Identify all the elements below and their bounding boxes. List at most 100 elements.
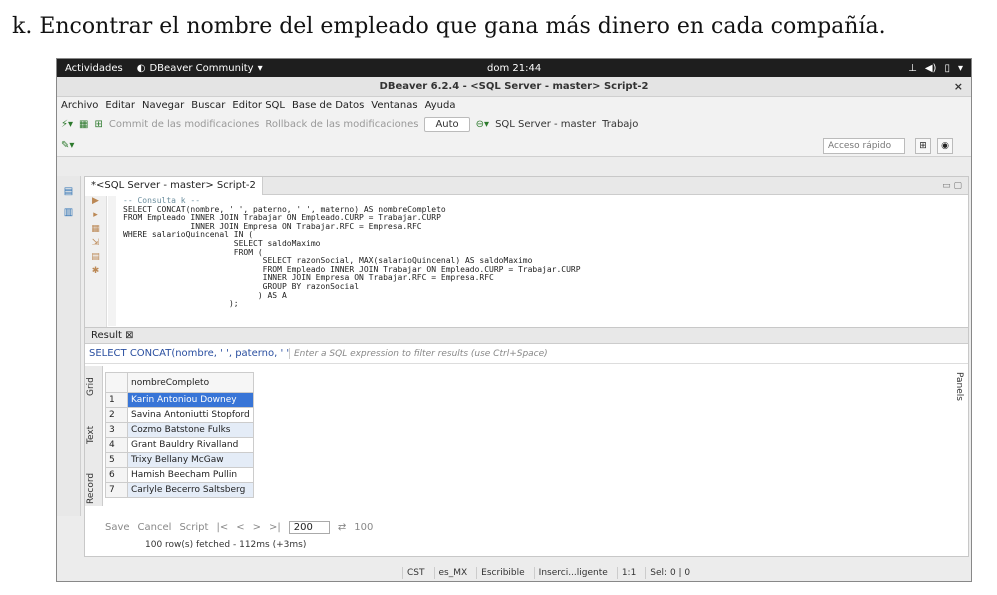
filter-input[interactable]: Enter a SQL expression to filter results…	[290, 349, 548, 359]
previous-icon[interactable]: <	[236, 522, 244, 533]
wrench-icon[interactable]: ✎▾	[61, 140, 74, 151]
format-icon[interactable]: ▤	[85, 252, 106, 266]
tab-text[interactable]: Text	[86, 426, 96, 444]
results-bottom-bar: Save Cancel Script |< < > >| 200 ⇄ 100	[105, 518, 373, 536]
row-number: 6	[105, 467, 128, 483]
status-item: Inserci...ligente	[533, 567, 612, 579]
exercise-heading: k. Encontrar el nombre del empleado que …	[12, 14, 886, 39]
menu-item[interactable]: Archivo	[61, 100, 98, 111]
cell-nombre-completo[interactable]: Cozmo Batstone Fulks	[127, 422, 254, 438]
commit-button[interactable]: Commit de las modificaciones	[109, 119, 259, 130]
tab-script-2[interactable]: *<SQL Server - master> Script-2	[85, 176, 263, 195]
connection-selector[interactable]: SQL Server - master	[495, 119, 596, 130]
app-menu[interactable]: ◐ DBeaver Community ▾	[131, 63, 269, 74]
status-bar: CST es_MX Escribible Inserci...ligente 1:1 Se…	[402, 567, 694, 579]
dbeaver-icon: ◐	[136, 62, 146, 74]
row-number: 4	[105, 437, 128, 453]
code-line: );	[123, 299, 239, 309]
system-tray[interactable]: ⊥ ◀) ▯ ▾	[908, 63, 963, 74]
table-row[interactable]: 2 Savina Antoniutti Stopford	[105, 407, 254, 423]
results-panel: Result ⊠ SELECT CONCAT(nombre, ' ', pate…	[84, 327, 969, 557]
transaction-mode[interactable]: Auto	[424, 117, 470, 132]
table-row[interactable]: 1 Karin Antoniou Downey	[105, 392, 254, 408]
cell-nombre-completo[interactable]: Karin Antoniou Downey	[127, 392, 254, 408]
chevron-down-icon: ▾	[957, 62, 963, 74]
tab-record[interactable]: Record	[86, 473, 96, 504]
history-icon[interactable]: ⊖▾	[476, 119, 489, 130]
row-number: 2	[105, 407, 128, 423]
menu-item[interactable]: Base de Datos	[292, 100, 364, 111]
refresh-count: 100	[354, 521, 374, 533]
row-number: 3	[105, 422, 128, 438]
clock[interactable]: dom 21:44	[487, 63, 541, 74]
plan-icon[interactable]: ▦	[85, 224, 106, 238]
line-marker	[108, 196, 116, 326]
table-row[interactable]: 7 Carlyle Becerro Saltsberg	[105, 482, 254, 498]
table-row[interactable]: 6 Hamish Beecham Pullin	[105, 467, 254, 483]
fetch-status: 100 row(s) fetched - 112ms (+3ms)	[145, 540, 307, 550]
menu-item[interactable]: Editor SQL	[232, 100, 285, 111]
panels-toggle[interactable]: Panels	[954, 372, 964, 401]
minimize-maximize-icon[interactable]: ▭ ▢	[942, 181, 962, 191]
sql-editor-panel: *<SQL Server - master> Script-2 ▭ ▢ ▶ ▸ …	[84, 176, 969, 346]
tab-grid[interactable]: Grid	[86, 377, 96, 396]
projects-icon[interactable]: ▥	[57, 207, 80, 218]
gnome-top-bar: Actividades ◐ DBeaver Community ▾ dom 21:4…	[57, 59, 971, 77]
column-header[interactable]: nombreCompleto	[127, 372, 254, 393]
next-icon[interactable]: >	[253, 522, 261, 533]
cell-nombre-completo[interactable]: Savina Antoniutti Stopford	[127, 407, 254, 423]
script-button[interactable]: Script	[179, 522, 208, 533]
fetch-size-input[interactable]: 200	[288, 520, 330, 534]
table-row[interactable]: 3 Cozmo Batstone Fulks	[105, 422, 254, 438]
load-icon[interactable]: ⇲	[85, 238, 106, 252]
cell-nombre-completo[interactable]: Carlyle Becerro Saltsberg	[127, 482, 254, 498]
last-page-icon[interactable]: >|	[269, 522, 281, 533]
result-tab[interactable]: Result ⊠	[85, 328, 968, 344]
execute-icon[interactable]: ▶	[85, 196, 106, 210]
status-item: CST	[402, 567, 429, 579]
network-icon: ⊥	[908, 62, 917, 74]
window-titlebar: DBeaver 6.2.4 - <SQL Server - master> Sc…	[57, 77, 971, 97]
cell-nombre-completo[interactable]: Hamish Beecham Pullin	[127, 467, 254, 483]
table-row[interactable]: 5 Trixy Bellany McGaw	[105, 452, 254, 468]
first-page-icon[interactable]: |<	[216, 522, 228, 533]
refresh-icon[interactable]: ⇄	[338, 522, 346, 533]
volume-icon: ◀)	[924, 62, 937, 74]
secondary-toolbar: ✎▾ Acceso rápido ⊞ ◉	[57, 135, 971, 157]
workspace-selector[interactable]: Trabajo	[602, 119, 638, 130]
database-icon[interactable]: ▤	[57, 186, 80, 197]
sql-code[interactable]: -- Consulta k -- SELECT CONCAT(nombre, ' …	[123, 196, 581, 309]
row-number: 7	[105, 482, 128, 498]
table-row[interactable]: 4 Grant Bauldry Rivalland	[105, 437, 254, 453]
window-title: DBeaver 6.2.4 - <SQL Server - master> Sc…	[379, 81, 649, 92]
menu-bar: Archivo Editar Navegar Buscar Editor SQL Base…	[57, 97, 971, 114]
quick-access-input[interactable]: Acceso rápido	[823, 138, 905, 154]
sql-editor-icon[interactable]: ▦	[79, 119, 88, 130]
execute-script-icon[interactable]: ▸	[85, 210, 106, 224]
row-number: 5	[105, 452, 128, 468]
activities-button[interactable]: Actividades	[57, 63, 131, 74]
perspective-icon[interactable]: ⊞	[915, 138, 931, 154]
status-item: es_MX	[433, 567, 472, 579]
status-item: Sel: 0 | 0	[645, 567, 694, 579]
menu-item[interactable]: Buscar	[191, 100, 225, 111]
database-perspective-icon[interactable]: ◉	[937, 138, 953, 154]
cancel-button[interactable]: Cancel	[138, 522, 172, 533]
connect-icon[interactable]: ⚡▾	[61, 119, 73, 130]
query-text: SELECT CONCAT(nombre, ' ', paterno, ' ',…	[85, 348, 290, 359]
save-button[interactable]: Save	[105, 522, 130, 533]
dbeaver-screenshot: Actividades ◐ DBeaver Community ▾ dom 21:4…	[56, 58, 972, 582]
menu-item[interactable]: Ventanas	[371, 100, 417, 111]
navigator-sidebar: ▤ ▥	[57, 176, 81, 516]
settings-icon[interactable]: ✱	[85, 266, 106, 280]
rollback-button[interactable]: Rollback de las modificaciones	[265, 119, 418, 130]
transaction-icon[interactable]: ⊞	[95, 119, 103, 130]
close-icon[interactable]: ×	[954, 80, 963, 93]
menu-item[interactable]: Navegar	[142, 100, 184, 111]
menu-item[interactable]: Ayuda	[425, 100, 456, 111]
cell-nombre-completo[interactable]: Grant Bauldry Rivalland	[127, 437, 254, 453]
menu-item[interactable]: Editar	[105, 100, 135, 111]
status-item: 1:1	[616, 567, 640, 579]
editor-tabbar: *<SQL Server - master> Script-2 ▭ ▢	[85, 176, 968, 195]
cell-nombre-completo[interactable]: Trixy Bellany McGaw	[127, 452, 254, 468]
